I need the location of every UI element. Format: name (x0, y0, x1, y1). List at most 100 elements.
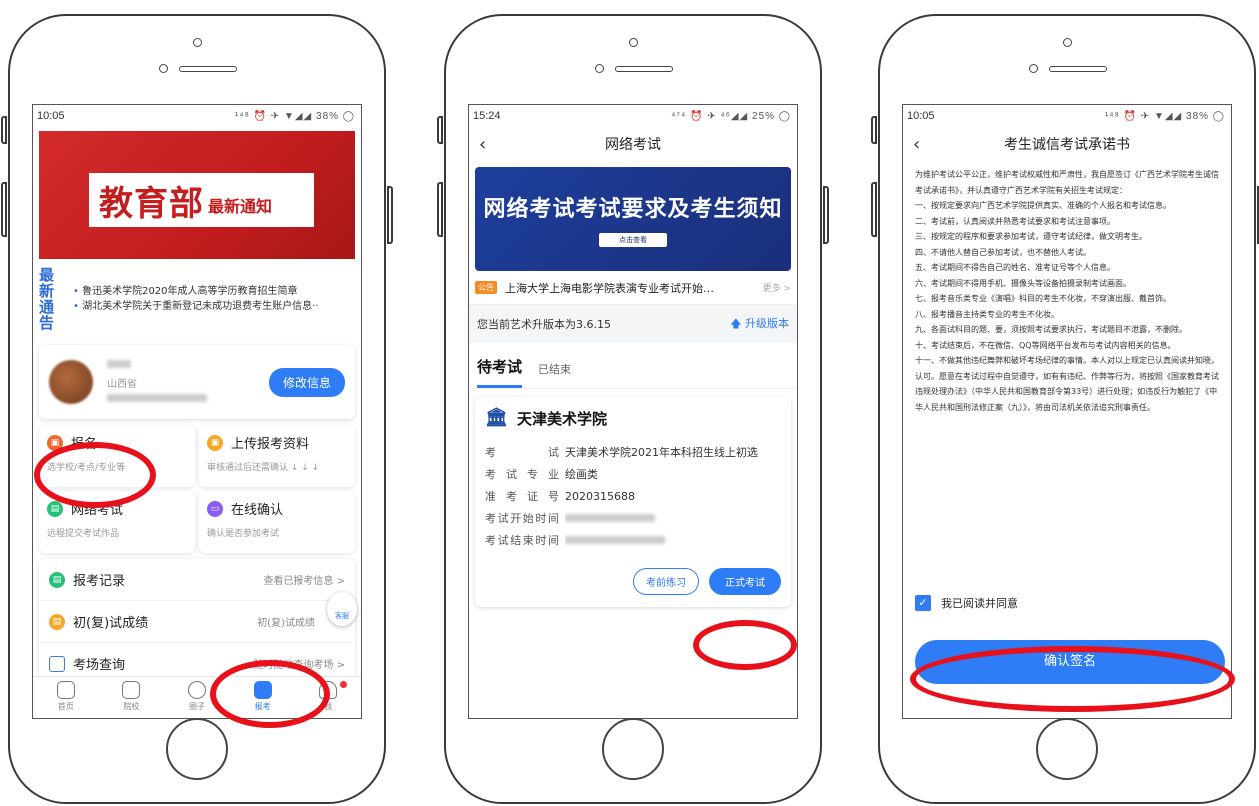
version-text: 您当前艺术升版本为3.6.15 (477, 318, 611, 331)
tile-online-exam[interactable]: ▤ 网络考试 远程提交考试作品 (39, 491, 195, 553)
formal-exam-button[interactable]: 正式考试 (709, 568, 781, 595)
records-icon: ▤ (49, 571, 65, 588)
banner-view-button[interactable]: 点击查看 (599, 233, 667, 247)
status-time: 15:24 (473, 110, 501, 122)
person-icon (319, 681, 338, 699)
status-icons: ¹⁴⁸ ⏰ ✈ ▼◢◢ 38% ◯ (234, 110, 355, 122)
home-button[interactable] (1036, 718, 1098, 780)
front-camera (629, 38, 638, 47)
phone-frame-2: 15:24 ⁴⁷⁴ ⏰ ✈ ⁴⁶◢◢ 25% ◯ ‹ 网络考试 网络考试考试要求… (437, 14, 829, 804)
proximity-sensor (1029, 64, 1038, 73)
row-scores[interactable]: ▤ 初(复)试成绩 初(复)试成绩 (39, 601, 355, 643)
field-value-blurred (565, 534, 781, 547)
screen-promise: 10:05 ¹⁴⁸ ⏰ ✈ ▼◢◢ 38% ◯ ‹ 考生诚信考试承诺书 为维护考… (902, 104, 1232, 719)
announcement-text: 上海大学上海电影学院表演专业考试开始… (505, 281, 714, 295)
tab-label: 圈子 (188, 702, 205, 711)
volume-button (1, 182, 7, 237)
tab-me[interactable]: 我 (295, 677, 361, 718)
tile-online-confirm[interactable]: ▭ 在线确认 确认是否参加考试 (199, 491, 355, 553)
more-link[interactable]: 更多 > (763, 281, 791, 294)
front-camera (1063, 38, 1072, 47)
announcement-bar[interactable]: 公告 上海大学上海电影学院表演专业考试开始… 更多 > (469, 271, 797, 305)
edit-info-button[interactable]: 修改信息 (268, 367, 345, 397)
tile-register[interactable]: ▣ 报名 选学校/考点/专业等 (39, 425, 195, 487)
notice-bar[interactable]: 最新 通告 • 鲁迅美术学院2020年成人高等学历教育招生简章 • 湖北美术学院… (33, 259, 361, 339)
profile-name-blurred (107, 359, 131, 368)
feature-grid: ▣ 报名 选学校/考点/专业等 ▣ 上传报考资料 审核通过后还需确认 ↓ ↓ ↓ ▤… (39, 425, 355, 553)
status-bar: 10:05 ¹⁴⁸ ⏰ ✈ ▼◢◢ 38% ◯ (33, 105, 361, 127)
power-button (387, 186, 393, 244)
field-label: 准考证号 (485, 490, 559, 503)
upgrade-button[interactable]: 🡅 升级版本 (730, 315, 789, 334)
promise-paragraph: 十一、不做其他违纪舞弊和破坏考场纪律的事情。本人对以上规定已认真阅读并知晓，认可… (915, 356, 1219, 412)
notice-label-line2: 通告 (39, 298, 55, 332)
exam-notice-banner[interactable]: 网络考试考试要求及考生须知 点击查看 (475, 167, 791, 271)
field-row: 考试开始时间 (485, 507, 781, 529)
tab-label: 我 (324, 702, 333, 711)
records-card: ▤ 报考记录 查看已报考信息 > ▤ 初(复)试成绩 初(复)试成绩 考场查询 … (39, 559, 355, 685)
banner-title-box: 教育部 最新通知 (89, 173, 314, 227)
profile-info: 山西省 (93, 359, 269, 405)
status-time: 10:05 (37, 110, 65, 122)
page-title: 网络考试 (605, 137, 661, 153)
notice-label-line1: 最新 (39, 266, 55, 300)
field-row: 考试专业 绘画类 (485, 463, 781, 485)
checkbox-checked-icon[interactable]: ✓ (915, 595, 931, 611)
status-time: 10:05 (907, 110, 935, 122)
home-button[interactable] (166, 718, 228, 780)
school-icon (122, 681, 141, 699)
practice-button[interactable]: 考前练习 (633, 568, 699, 595)
tab-apply[interactable]: 报考 (230, 677, 296, 718)
promise-paragraph: 十、考试结束后，不在微信、QQ等网络平台发布与考试内容相关的信息。 (915, 340, 1176, 350)
tab-home[interactable]: 首页 (33, 677, 99, 718)
customer-service-button[interactable]: 客服 (327, 592, 357, 626)
register-icon: ▣ (47, 434, 63, 451)
notice-list: • 鲁迅美术学院2020年成人高等学历教育招生简章 • 湖北美术学院关于重新登记… (67, 284, 355, 314)
promise-paragraph: 六、考试期间不得用手机、摄像头等设备拍摄录制考试画面。 (915, 278, 1131, 288)
nav-bar: ‹ 网络考试 (469, 127, 797, 161)
field-label: 考试结束时间 (485, 534, 559, 547)
status-icons: ¹⁴⁸ ⏰ ✈ ▼◢◢ 38% ◯ (1104, 110, 1225, 122)
chat-bubble-icon (187, 681, 206, 699)
school-header: 🏛 天津美术学院 (485, 407, 781, 429)
row-records[interactable]: ▤ 报考记录 查看已报考信息 > (39, 559, 355, 601)
confirm-sign-button[interactable]: 确认签名 (915, 640, 1225, 684)
arrow-up-icon: 🡅 (730, 316, 745, 330)
field-label: 考试 (485, 446, 559, 459)
notice-item-text: 鲁迅美术学院2020年成人高等学历教育招生简章 (82, 286, 298, 297)
news-banner[interactable]: 教育部 最新通知 (39, 131, 355, 259)
field-label: 考试专业 (485, 468, 559, 481)
field-row: 准考证号 2020315688 (485, 485, 781, 507)
row-title: 考场查询 (73, 658, 126, 673)
profile-card: 山西省 修改信息 (39, 345, 355, 419)
page-title: 考生诚信考试承诺书 (1004, 137, 1130, 153)
tab-circle[interactable]: 圈子 (164, 677, 230, 718)
home-button[interactable] (602, 718, 664, 780)
back-icon[interactable]: ‹ (913, 134, 937, 155)
field-value: 2020315688 (565, 489, 635, 503)
notice-item-text: 湖北美术学院关于重新登记未成功退费考生账户信息·· (82, 301, 319, 312)
tab-finished[interactable]: 已结束 (538, 361, 571, 388)
tab-schools[interactable]: 院校 (99, 677, 165, 718)
field-value: 绘画类 (565, 468, 598, 481)
notification-dot (340, 681, 347, 688)
tile-subtitle: 审核通过后还需确认 ↓ ↓ ↓ (207, 463, 320, 473)
profile-id-blurred (107, 393, 207, 402)
promise-paragraph: 为维护考试公平公正，维护考试权威性和严肃性，我自愿签订《广西艺术学院考生诚信考试… (915, 170, 1219, 195)
tile-title: 在线确认 (231, 503, 284, 518)
notice-item[interactable]: • 湖北美术学院关于重新登记未成功退费考生账户信息·· (73, 299, 355, 314)
agree-row[interactable]: ✓ 我已阅读并同意 (915, 595, 1018, 611)
announcement-tag: 公告 (475, 281, 497, 294)
home-icon (56, 681, 75, 699)
tile-subtitle: 选学校/考点/专业等 (47, 463, 126, 473)
apply-icon (253, 681, 272, 699)
tab-pending[interactable]: 待考试 (477, 356, 523, 388)
row-title: 报考记录 (73, 574, 126, 589)
tile-title: 报名 (71, 437, 98, 452)
nav-bar: ‹ 考生诚信考试承诺书 (903, 127, 1231, 161)
tile-upload[interactable]: ▣ 上传报考资料 审核通过后还需确认 ↓ ↓ ↓ (199, 425, 355, 487)
earpiece-speaker (179, 66, 237, 72)
notice-item[interactable]: • 鲁迅美术学院2020年成人高等学历教育招生简章 (73, 284, 355, 299)
back-icon[interactable]: ‹ (479, 134, 503, 155)
promise-paragraph: 四、不请他人替自己参加考试，也不替他人考试。 (915, 247, 1091, 257)
